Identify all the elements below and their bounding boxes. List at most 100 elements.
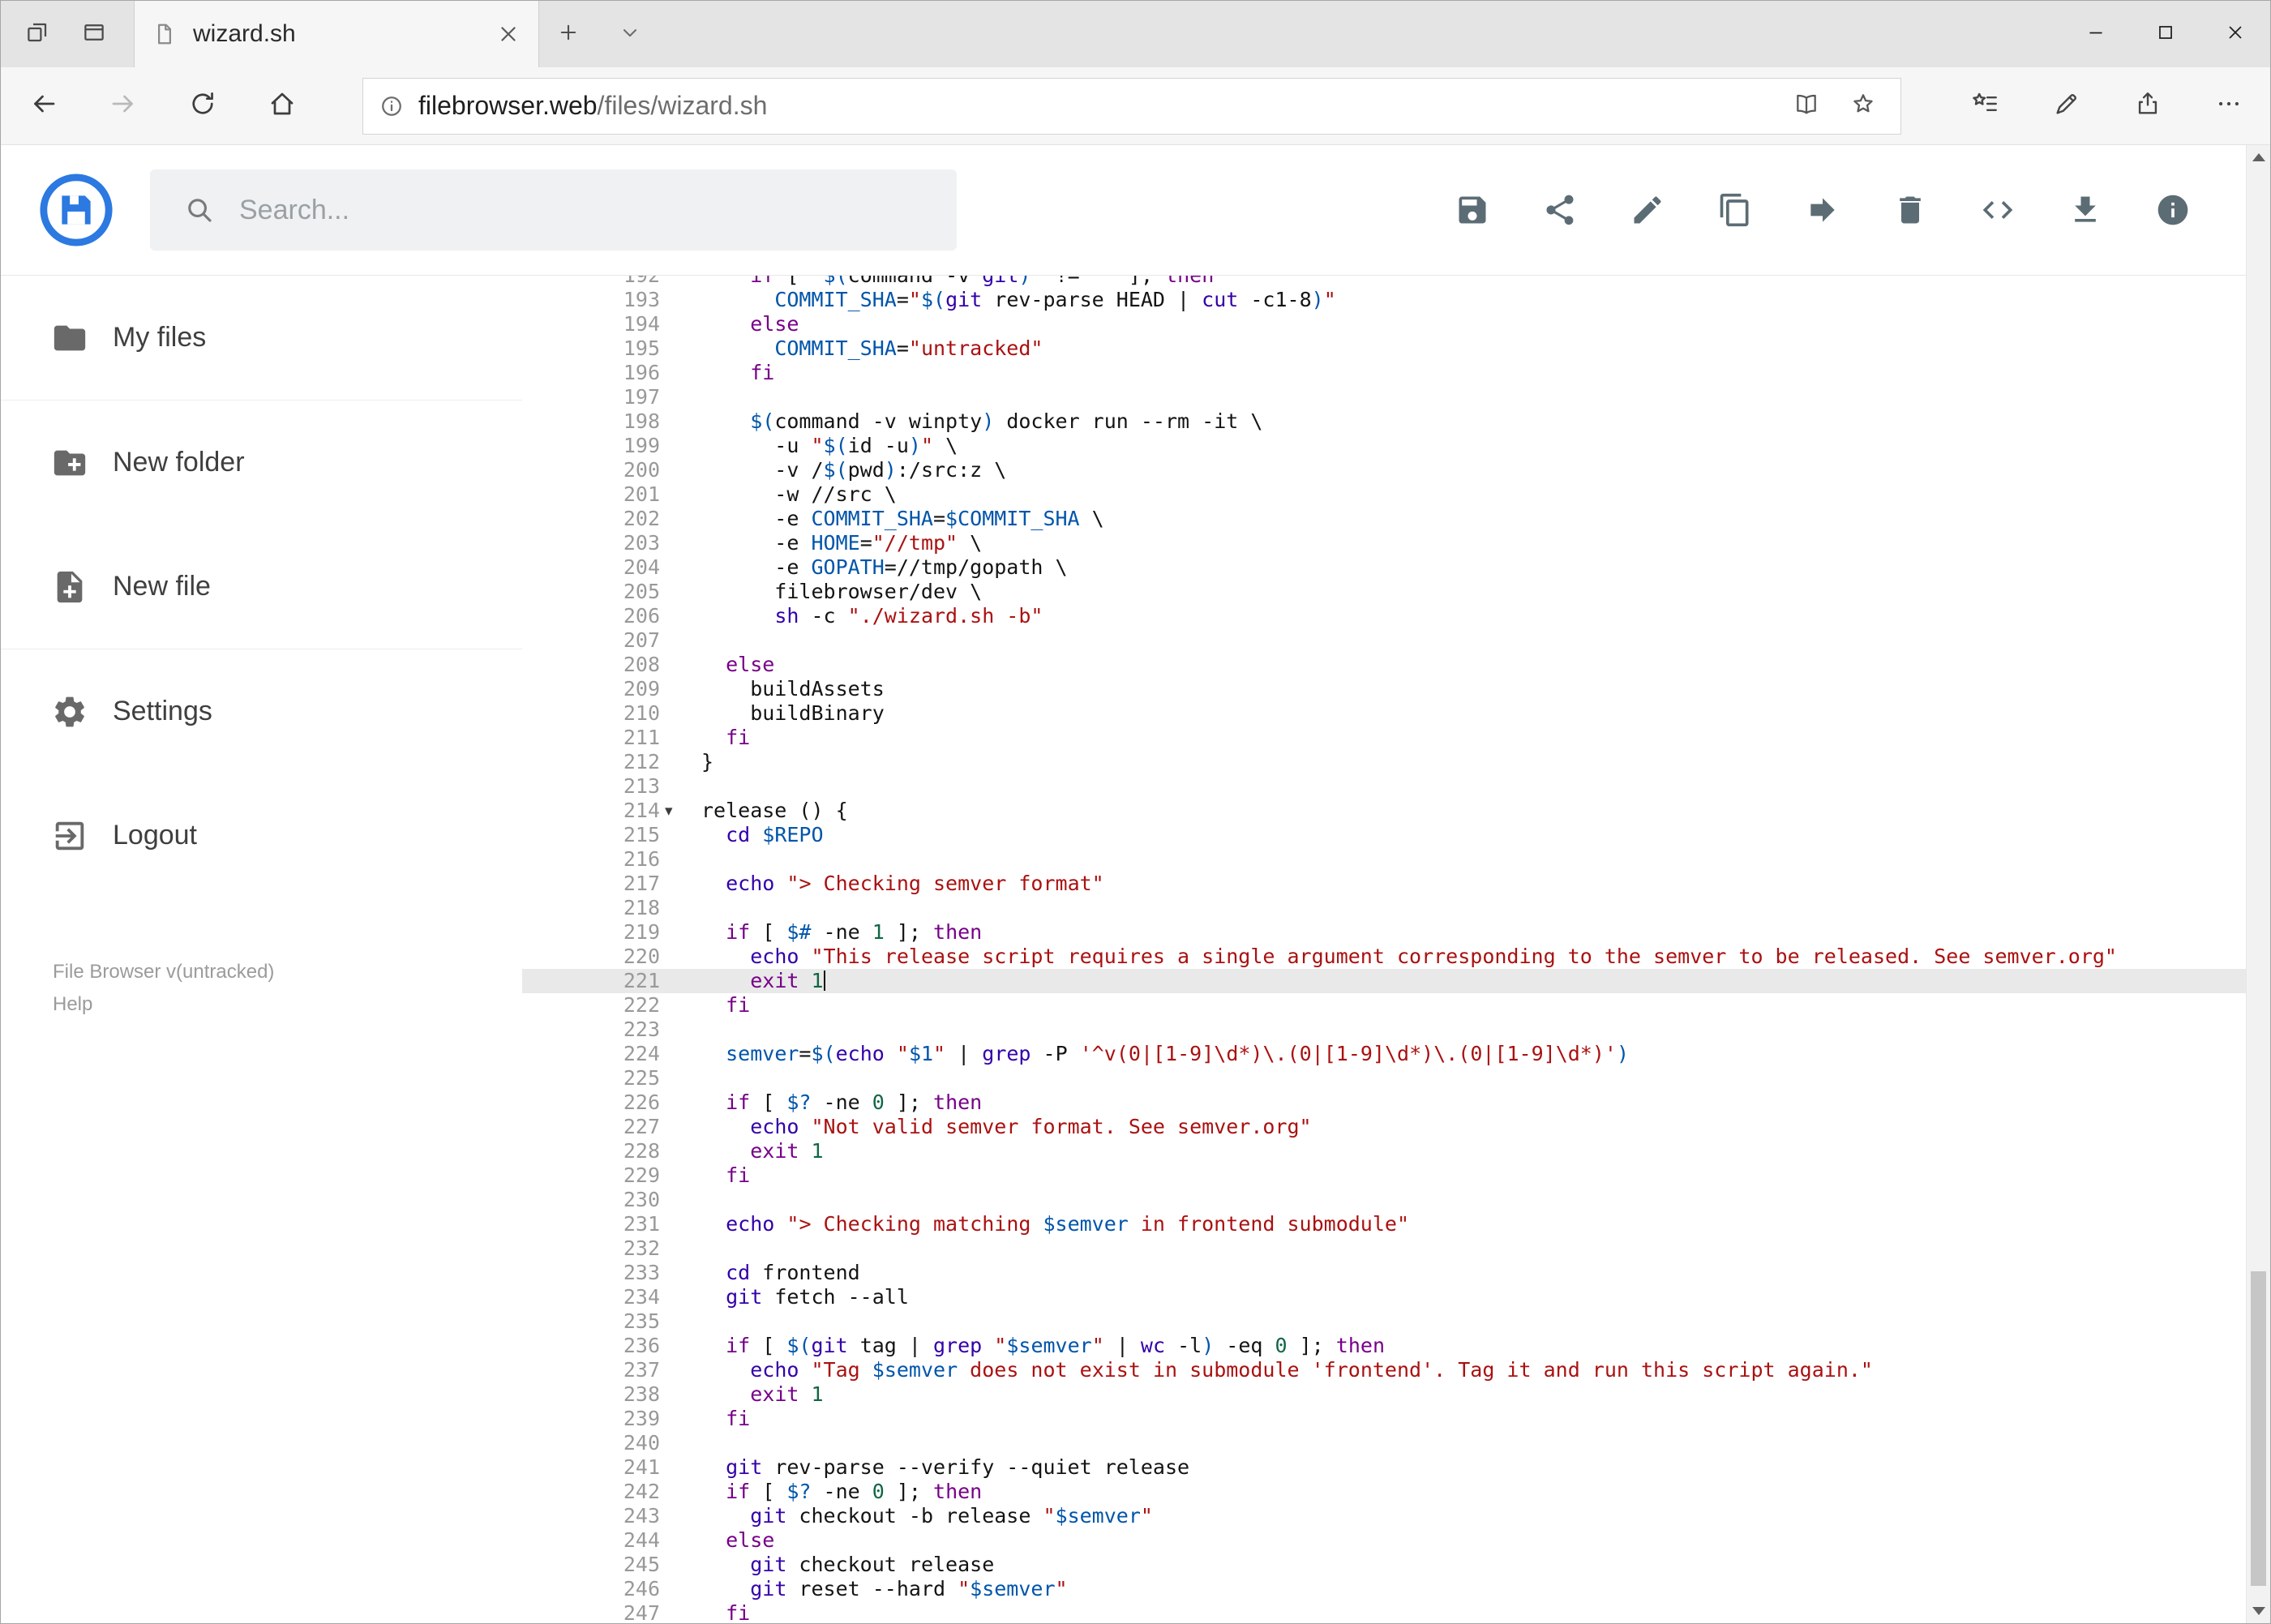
save-button[interactable] xyxy=(1455,192,1490,228)
code-line[interactable]: 242 if [ $? -ne 0 ]; then xyxy=(522,1480,2246,1504)
code-line[interactable]: 216 xyxy=(522,847,2246,872)
code-line[interactable]: 230 xyxy=(522,1188,2246,1212)
code-line[interactable]: 228 exit 1 xyxy=(522,1139,2246,1163)
refresh-button[interactable] xyxy=(163,67,242,145)
set-tabs-aside-button[interactable] xyxy=(9,1,66,67)
close-window-button[interactable] xyxy=(2200,1,2270,67)
tab-preview-button[interactable] xyxy=(66,1,122,67)
code-line[interactable]: 218 xyxy=(522,896,2246,920)
code-line[interactable]: 227 echo "Not valid semver format. See s… xyxy=(522,1115,2246,1139)
help-link[interactable]: Help xyxy=(53,993,92,1016)
sidebar-item-new-folder[interactable]: New folder xyxy=(1,401,522,525)
copy-button[interactable] xyxy=(1717,192,1753,228)
code-line[interactable]: 221 exit 1 xyxy=(522,969,2246,993)
code-line[interactable]: 205 filebrowser/dev \ xyxy=(522,580,2246,604)
new-tab-button[interactable] xyxy=(539,1,598,67)
code-line[interactable]: 223 xyxy=(522,1018,2246,1042)
sidebar-item-logout[interactable]: Logout xyxy=(1,773,522,898)
code-line[interactable]: 224 semver=$(echo "$1" | grep -P '^v(0|[… xyxy=(522,1042,2246,1066)
code-line[interactable]: 193 COMMIT_SHA="$(git rev-parse HEAD | c… xyxy=(522,288,2246,312)
url-text[interactable]: filebrowser.web/files/wizard.sh xyxy=(418,91,1771,121)
code-line[interactable]: 214 ▾ release () { xyxy=(522,799,2246,823)
source-view-button[interactable] xyxy=(1980,192,2016,228)
info-button[interactable] xyxy=(2155,192,2191,228)
share-page-button[interactable] xyxy=(2107,67,2188,145)
tab-preview-toggle-button[interactable] xyxy=(598,1,662,67)
code-line[interactable]: 213 xyxy=(522,774,2246,799)
add-favorite-button[interactable] xyxy=(1842,91,1884,121)
fold-marker-icon[interactable]: ▾ xyxy=(665,799,673,823)
search-input[interactable]: Search... xyxy=(150,169,957,251)
share-button[interactable] xyxy=(1542,192,1578,228)
code-line[interactable]: 243 git checkout -b release "$semver" xyxy=(522,1504,2246,1528)
code-line[interactable]: 202 -e COMMIT_SHA=$COMMIT_SHA \ xyxy=(522,507,2246,531)
code-line[interactable]: 199 -u "$(id -u)" \ xyxy=(522,434,2246,458)
code-line[interactable]: 247 fi xyxy=(522,1601,2246,1623)
code-line[interactable]: 233 cd frontend xyxy=(522,1261,2246,1285)
hub-favorites-button[interactable] xyxy=(1945,67,2026,145)
back-button[interactable] xyxy=(4,67,84,145)
forward-button[interactable] xyxy=(84,67,163,145)
code-line[interactable]: 238 exit 1 xyxy=(522,1382,2246,1407)
code-line[interactable]: 192 if [ "$(command -v git)" != "" ]; th… xyxy=(522,276,2246,288)
code-line[interactable]: 226 if [ $? -ne 0 ]; then xyxy=(522,1091,2246,1115)
code-line[interactable]: 197 xyxy=(522,385,2246,409)
address-bar[interactable]: filebrowser.web/files/wizard.sh xyxy=(362,77,1901,135)
code-line[interactable]: 246 git reset --hard "$semver" xyxy=(522,1577,2246,1601)
code-line[interactable]: 204 -e GOPATH=//tmp/gopath \ xyxy=(522,555,2246,580)
code-line[interactable]: 240 xyxy=(522,1431,2246,1455)
code-line[interactable]: 206 sh -c "./wizard.sh -b" xyxy=(522,604,2246,628)
code-line[interactable]: 244 else xyxy=(522,1528,2246,1553)
code-editor[interactable]: 192 if [ "$(command -v git)" != "" ]; th… xyxy=(522,276,2246,1623)
code-line[interactable]: 207 xyxy=(522,628,2246,653)
web-note-button[interactable] xyxy=(2026,67,2107,145)
code-line[interactable]: 239 fi xyxy=(522,1407,2246,1431)
code-line[interactable]: 195 COMMIT_SHA="untracked" xyxy=(522,336,2246,361)
code-line[interactable]: 198 $(command -v winpty) docker run --rm… xyxy=(522,409,2246,434)
code-line[interactable]: 219 if [ $# -ne 1 ]; then xyxy=(522,920,2246,945)
home-button[interactable] xyxy=(242,67,322,145)
code-line[interactable]: 211 fi xyxy=(522,726,2246,750)
code-line[interactable]: 200 -v /$(pwd):/src:z \ xyxy=(522,458,2246,482)
sidebar-item-settings[interactable]: Settings xyxy=(1,649,522,773)
code-line[interactable]: 217 echo "> Checking semver format" xyxy=(522,872,2246,896)
code-line[interactable]: 203 -e HOME="//tmp" \ xyxy=(522,531,2246,555)
code-line[interactable]: 237 echo "Tag $semver does not exist in … xyxy=(522,1358,2246,1382)
code-line[interactable]: 194 else xyxy=(522,312,2246,336)
rename-button[interactable] xyxy=(1630,192,1665,228)
code-line[interactable]: 222 fi xyxy=(522,993,2246,1018)
code-line[interactable]: 229 fi xyxy=(522,1163,2246,1188)
code-line[interactable]: 241 git rev-parse --verify --quiet relea… xyxy=(522,1455,2246,1480)
tab-close-icon[interactable] xyxy=(496,22,521,46)
reading-view-button[interactable] xyxy=(1785,91,1828,121)
code-line[interactable]: 220 echo "This release script requires a… xyxy=(522,945,2246,969)
filebrowser-logo[interactable] xyxy=(38,172,114,248)
code-line[interactable]: 212} xyxy=(522,750,2246,774)
code-line[interactable]: 210 buildBinary xyxy=(522,701,2246,726)
browser-menu-button[interactable] xyxy=(2188,67,2269,145)
scrollbar[interactable] xyxy=(2246,145,2270,1623)
code-line[interactable]: 245 git checkout release xyxy=(522,1553,2246,1577)
code-line[interactable]: 232 xyxy=(522,1236,2246,1261)
move-button[interactable] xyxy=(1805,192,1840,228)
code-line[interactable]: 231 echo "> Checking matching $semver in… xyxy=(522,1212,2246,1236)
code-line[interactable]: 234 git fetch --all xyxy=(522,1285,2246,1309)
scroll-up-button[interactable] xyxy=(2247,145,2270,169)
maximize-button[interactable] xyxy=(2131,1,2200,67)
browser-tab[interactable]: wizard.sh xyxy=(134,1,539,67)
minimize-button[interactable] xyxy=(2061,1,2131,67)
code-line[interactable]: 236 if [ $(git tag | grep "$semver" | wc… xyxy=(522,1334,2246,1358)
code-line[interactable]: 196 fi xyxy=(522,361,2246,385)
scroll-thumb[interactable] xyxy=(2251,1271,2266,1586)
scroll-down-button[interactable] xyxy=(2247,1599,2270,1623)
sidebar-item-my-files[interactable]: My files xyxy=(1,276,522,400)
code-line[interactable]: 235 xyxy=(522,1309,2246,1334)
code-line[interactable]: 201 -w //src \ xyxy=(522,482,2246,507)
code-line[interactable]: 215 cd $REPO xyxy=(522,823,2246,847)
site-info-icon[interactable] xyxy=(379,94,404,118)
delete-button[interactable] xyxy=(1892,192,1928,228)
code-line[interactable]: 208 else xyxy=(522,653,2246,677)
code-line[interactable]: 209 buildAssets xyxy=(522,677,2246,701)
code-line[interactable]: 225 xyxy=(522,1066,2246,1091)
sidebar-item-new-file[interactable]: New file xyxy=(1,525,522,649)
